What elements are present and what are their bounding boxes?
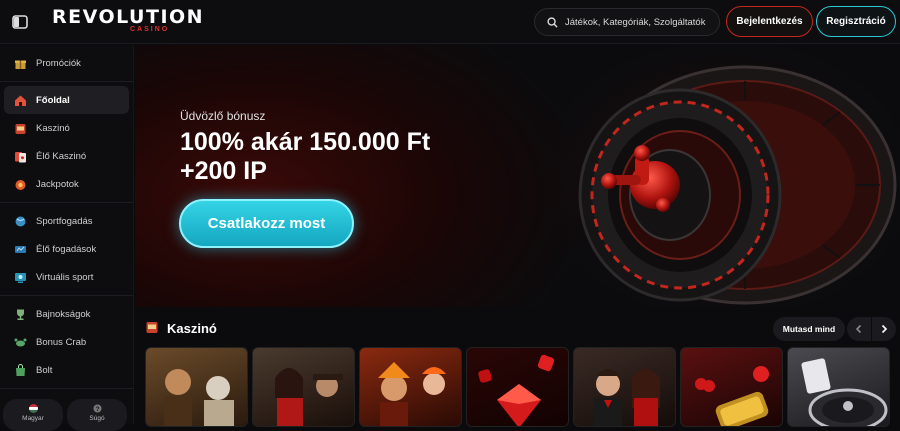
language-label: Magyar (22, 415, 44, 422)
carousel-prev-button[interactable] (847, 317, 871, 341)
sidebar-footer: Magyar ? Súgó (0, 396, 134, 431)
roulette-wheel-illustration (525, 45, 900, 307)
sidebar-item-label: Sportfogadás (36, 215, 93, 227)
jackpot-icon (14, 178, 27, 191)
sidebar-item-casino[interactable]: Kaszinó (4, 114, 129, 142)
register-button[interactable]: Regisztráció (816, 6, 896, 37)
nav-group-sports: Sportfogadás Élő fogadások Virtuális spo… (0, 203, 133, 296)
join-now-button[interactable]: Csatlakozz most (179, 199, 354, 248)
logo-text: REVOLUTION (52, 6, 205, 28)
game-thumbnail (275, 368, 343, 426)
top-bar: REVOLUTION CASINO Játékok, Kategóriák, S… (0, 0, 900, 44)
chevron-left-icon (855, 324, 862, 334)
sidebar-item-home[interactable]: Főoldal (4, 86, 129, 114)
game-thumbnail (378, 362, 446, 426)
sidebar-item-bonus-crab[interactable]: Bonus Crab (4, 328, 129, 356)
sidebar-toggle-icon[interactable] (10, 12, 30, 32)
sidebar-item-promotions[interactable]: Promóciók (4, 49, 129, 77)
game-thumbnail (695, 366, 769, 426)
hero-subtitle: Üdvözlő bónusz (180, 109, 266, 123)
sidebar-item-label: Élő fogadások (36, 243, 97, 255)
sidebar-item-virtual-sports[interactable]: Virtuális sport (4, 263, 129, 291)
nav-group-promo: Promóciók (0, 45, 133, 82)
slot-machine-icon (14, 122, 27, 135)
hero-title-line-1: 100% akár 150.000 Ft (180, 128, 431, 156)
casino-section-header: Kaszinó Mutasd mind (135, 314, 900, 344)
shop-icon (14, 363, 27, 377)
game-tile-3[interactable] (359, 347, 462, 427)
game-thumbnail (594, 369, 660, 426)
nav-group-casino: Főoldal Kaszinó Élő Kaszinó Jackpotok (0, 82, 133, 203)
game-tile-1[interactable] (145, 347, 248, 427)
game-tile-7[interactable] (787, 347, 890, 427)
language-button[interactable]: Magyar (3, 399, 63, 431)
sidebar-item-live-bets[interactable]: Élő fogadások (4, 235, 129, 263)
logo[interactable]: REVOLUTION CASINO (52, 6, 205, 37)
hero-title-line-2: +200 IP (180, 157, 267, 185)
sidebar-item-tournaments[interactable]: Bajnokságok (4, 300, 129, 328)
login-button[interactable]: Bejelentkezés (726, 6, 813, 37)
game-tile-6[interactable] (680, 347, 783, 427)
game-tile-2[interactable] (252, 347, 355, 427)
sidebar-item-label: Promóciók (36, 57, 81, 69)
sidebar-item-label: Bolt (36, 364, 53, 376)
game-thumbnail (164, 369, 234, 426)
search-icon (547, 16, 558, 28)
live-cards-icon (14, 150, 27, 163)
casino-section-title: Kaszinó (167, 321, 217, 336)
sidebar-item-label: Bajnokságok (36, 308, 91, 320)
sidebar-item-shop[interactable]: Bolt (4, 356, 129, 384)
hero-title: 100% akár 150.000 Ft +200 IP (180, 128, 430, 186)
sidebar-item-jackpots[interactable]: Jackpotok (4, 170, 129, 198)
sidebar-item-label: Bonus Crab (36, 336, 87, 348)
logo-subtext: CASINO (130, 26, 170, 33)
sidebar-item-label: Élő Kaszinó (36, 150, 87, 162)
home-icon (14, 94, 27, 107)
virtual-sport-icon (14, 271, 27, 284)
hungary-flag-icon (28, 404, 38, 413)
svg-text:?: ? (95, 406, 99, 413)
help-label: Súgó (89, 415, 105, 422)
search-placeholder: Játékok, Kategóriák, Szolgáltatók (565, 16, 706, 28)
carousel-next-button[interactable] (872, 317, 896, 341)
chevron-right-icon (881, 324, 888, 334)
game-tile-5[interactable] (573, 347, 676, 427)
sidebar-item-label: Főoldal (36, 94, 70, 106)
game-thumbnail (801, 358, 888, 426)
casino-game-carousel (145, 347, 900, 427)
trophy-icon (14, 308, 27, 321)
help-icon: ? (92, 404, 102, 413)
sports-ball-icon (14, 215, 27, 228)
search-input[interactable]: Játékok, Kategóriák, Szolgáltatók (534, 8, 720, 36)
live-betting-icon (14, 243, 27, 256)
sidebar-item-label: Jackpotok (36, 178, 79, 190)
game-tile-4[interactable] (466, 347, 569, 427)
sidebar: Promóciók Főoldal Kaszinó Élő Kaszinó Ja… (0, 45, 134, 431)
gift-icon (14, 57, 27, 70)
slot-machine-icon (146, 322, 158, 333)
sidebar-item-label: Virtuális sport (36, 271, 94, 283)
help-button[interactable]: ? Súgó (67, 399, 127, 431)
show-all-button[interactable]: Mutasd mind (773, 317, 845, 341)
sidebar-item-live-casino[interactable]: Élő Kaszinó (4, 142, 129, 170)
game-thumbnail (478, 354, 555, 426)
hero-banner: Üdvözlő bónusz 100% akár 150.000 Ft +200… (135, 45, 900, 307)
crab-icon (14, 336, 27, 349)
sidebar-item-sportsbetting[interactable]: Sportfogadás (4, 207, 129, 235)
nav-group-extras: Bajnokságok Bonus Crab Bolt (0, 296, 133, 389)
sidebar-item-label: Kaszinó (36, 122, 70, 134)
